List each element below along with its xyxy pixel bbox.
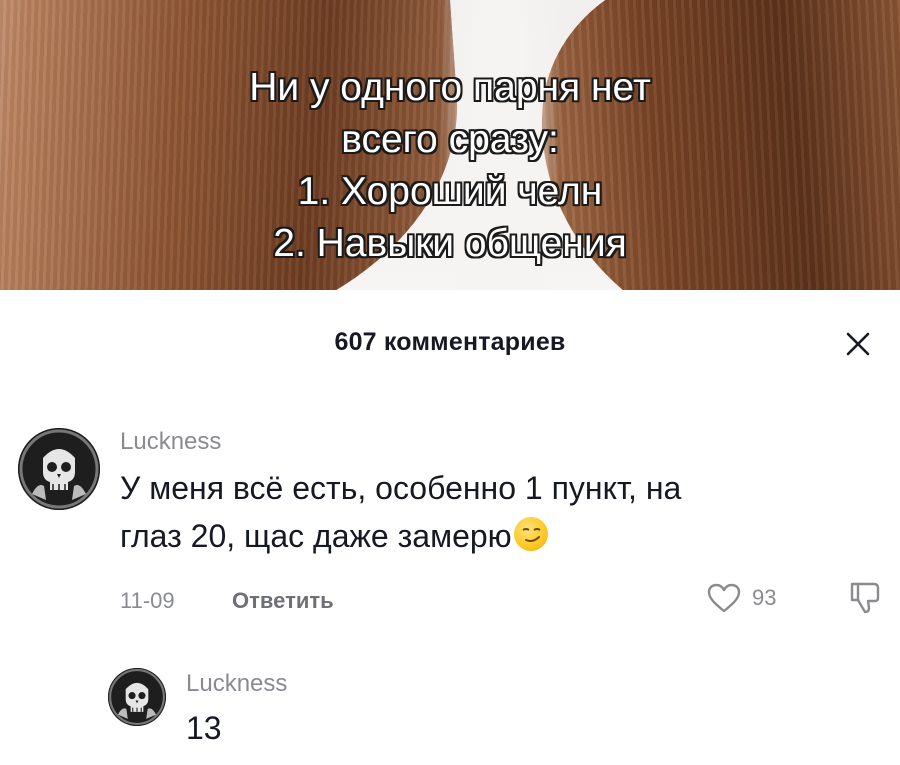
comment-text-line: У меня всё есть, особенно 1 пункт, на xyxy=(120,470,682,506)
caption-line: 1. Хороший челн xyxy=(297,170,603,213)
like-button[interactable]: 93 xyxy=(706,582,776,614)
comment-text: У меня всё есть, особенно 1 пункт, на гл… xyxy=(120,464,860,560)
reply-button[interactable]: Ответить xyxy=(232,588,334,614)
caption-line: Ни у одного парня нет xyxy=(249,66,651,109)
close-button[interactable] xyxy=(838,324,878,364)
comment-username[interactable]: Luckness xyxy=(186,670,287,698)
video-caption: Ни у одного парня нет всего сразу: 1. Хо… xyxy=(150,62,750,270)
heart-icon xyxy=(707,583,741,613)
caption-line: 2. Навыки общения xyxy=(273,222,627,265)
thumbs-down-icon xyxy=(850,582,880,614)
comments-count-title: 607 комментариев xyxy=(334,328,566,356)
smirking-face-icon xyxy=(513,517,548,551)
skull-avatar-icon xyxy=(18,428,100,510)
comment-username[interactable]: Luckness xyxy=(120,428,221,456)
comments-sheet: 607 комментариев Luckness У меня всё ест… xyxy=(0,290,900,765)
video-preview[interactable]: Ни у одного парня нет всего сразу: 1. Хо… xyxy=(0,0,900,290)
close-icon xyxy=(846,332,870,356)
dislike-button[interactable] xyxy=(848,580,882,621)
skull-avatar-icon xyxy=(108,668,166,726)
comment-text: 13 xyxy=(186,710,222,746)
avatar[interactable] xyxy=(108,668,166,726)
avatar[interactable] xyxy=(18,428,100,510)
caption-line: всего сразу: xyxy=(341,118,559,161)
like-count: 93 xyxy=(752,585,777,610)
comment-date: 11-09 xyxy=(120,588,175,613)
comment-text-line: глаз 20, щас даже замерю xyxy=(120,518,512,554)
